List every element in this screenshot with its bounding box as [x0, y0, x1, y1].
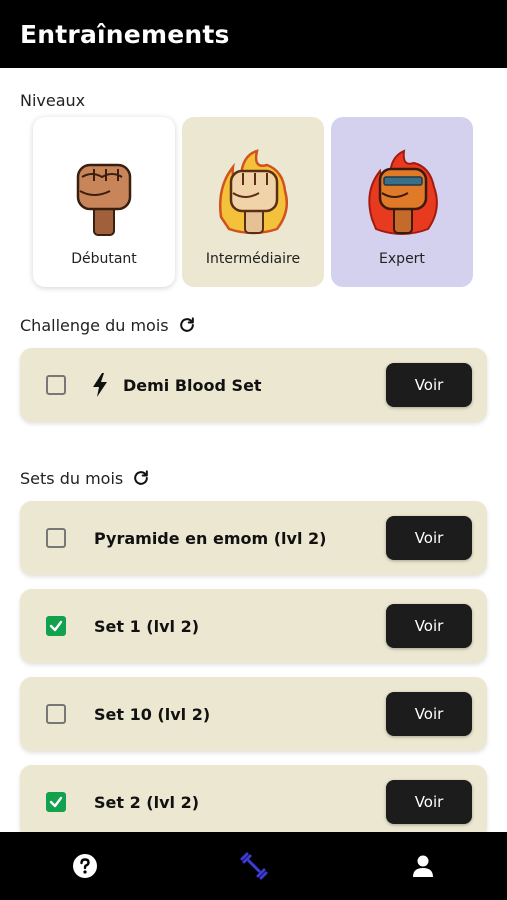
check-icon: [49, 620, 63, 632]
levels-row: Débutant Intermédiaire Expert: [33, 117, 475, 287]
challenge-name: Demi Blood Set: [123, 375, 262, 395]
sets-section-title: Sets du mois: [20, 468, 151, 488]
sets-title-text: Sets du mois: [20, 468, 124, 488]
fire-fist-icon: [368, 149, 438, 235]
check-icon: [49, 796, 63, 808]
dumbbell-icon: [240, 852, 268, 880]
user-icon: [413, 855, 433, 877]
set-voir-button[interactable]: Voir: [386, 604, 472, 648]
challenge-voir-button[interactable]: Voir: [386, 363, 472, 407]
level-card-expert[interactable]: Expert: [331, 117, 473, 287]
level-card-beginner[interactable]: Débutant: [33, 117, 175, 287]
challenge-checkbox[interactable]: [46, 375, 66, 395]
refresh-icon[interactable]: [177, 315, 197, 335]
flaming-fist-icon: [219, 149, 288, 235]
set-name: Set 10 (lvl 2): [94, 704, 211, 724]
bolt-icon: [93, 373, 107, 397]
page-title: Entraînements: [20, 19, 230, 49]
refresh-icon[interactable]: [131, 468, 151, 488]
levels-title-text: Niveaux: [20, 91, 86, 110]
set-card: Set 10 (lvl 2) Voir: [20, 677, 487, 751]
set-name: Pyramide en emom (lvl 2): [94, 528, 327, 548]
challenge-title-text: Challenge du mois: [20, 315, 169, 335]
set-voir-button[interactable]: Voir: [386, 780, 472, 824]
nav-profile-button[interactable]: [409, 852, 437, 880]
set-card: Set 1 (lvl 2) Voir: [20, 589, 487, 663]
set-name: Set 1 (lvl 2): [94, 616, 200, 636]
set-checkbox-checked[interactable]: [46, 792, 66, 812]
challenge-card: Demi Blood Set Voir: [20, 348, 487, 422]
levels-section-title: Niveaux: [20, 91, 85, 110]
help-icon: [73, 854, 97, 878]
level-label-expert: Expert: [379, 251, 425, 267]
set-checkbox[interactable]: [46, 528, 66, 548]
fist-icon: [76, 163, 132, 236]
set-card: Set 2 (lvl 2) Voir: [20, 765, 487, 839]
challenge-section-title: Challenge du mois: [20, 315, 197, 335]
nav-workouts-button[interactable]: [240, 852, 268, 880]
level-label-beginner: Débutant: [71, 251, 137, 267]
set-voir-button[interactable]: Voir: [386, 692, 472, 736]
level-card-intermediate[interactable]: Intermédiaire: [182, 117, 324, 287]
set-checkbox-checked[interactable]: [46, 616, 66, 636]
set-name: Set 2 (lvl 2): [94, 792, 200, 812]
level-label-intermediate: Intermédiaire: [205, 251, 301, 267]
app-header: Entraînements: [0, 0, 507, 68]
nav-help-button[interactable]: [71, 852, 99, 880]
set-card: Pyramide en emom (lvl 2) Voir: [20, 501, 487, 575]
set-checkbox[interactable]: [46, 704, 66, 724]
set-voir-button[interactable]: Voir: [386, 516, 472, 560]
bottom-nav: [0, 832, 507, 900]
